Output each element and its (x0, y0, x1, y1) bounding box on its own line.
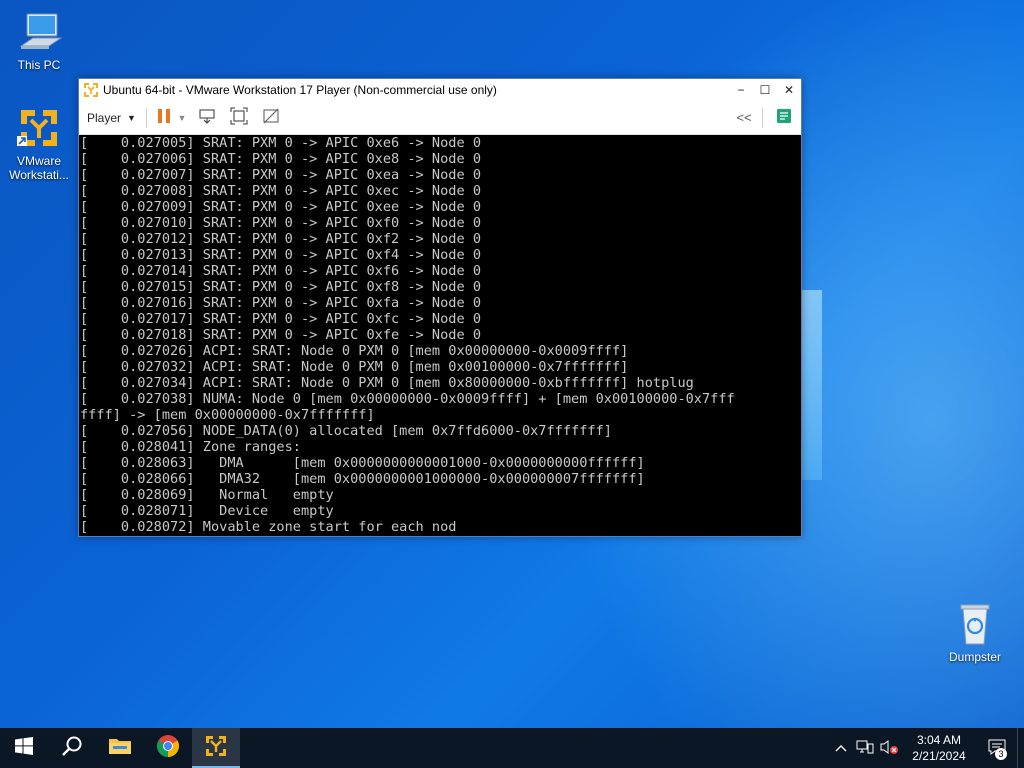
desktop-icon-label: This PC (17, 58, 61, 72)
pause-icon (157, 108, 171, 127)
window-titlebar[interactable]: Ubuntu 64-bit - VMware Workstation 17 Pl… (79, 79, 801, 101)
send-keys-icon (198, 107, 216, 128)
clock-time: 3:04 AM (916, 733, 962, 747)
search-button[interactable] (48, 728, 96, 768)
vmware-app-icon (83, 82, 99, 98)
start-button[interactable] (0, 728, 48, 768)
chrome-icon (156, 734, 180, 763)
player-toolbar: Player ▼ ▼ << (79, 101, 801, 135)
close-button[interactable]: ✕ (777, 79, 801, 101)
clock[interactable]: 3:04 AM 2/21/2024 (901, 732, 977, 764)
vmware-player-window[interactable]: Ubuntu 64-bit - VMware Workstation 17 Pl… (78, 78, 802, 537)
toolbar-divider (762, 107, 763, 128)
collapse-toolbar-button[interactable]: << (730, 106, 758, 130)
volume-muted-icon (879, 739, 899, 758)
window-title: Ubuntu 64-bit - VMware Workstation 17 Pl… (103, 83, 497, 97)
unity-mode-button[interactable] (257, 106, 285, 130)
system-tray: 3:04 AM 2/21/2024 3 (829, 728, 1024, 768)
vmware-player-taskbar-button[interactable] (192, 728, 240, 768)
vmware-player-icon (204, 734, 228, 763)
show-hidden-icons-button[interactable] (829, 728, 853, 768)
toolbar-divider (145, 107, 147, 128)
notes-icon (775, 107, 793, 128)
chrome-button[interactable] (144, 728, 192, 768)
chevron-down-icon: ▼ (127, 112, 136, 123)
clock-date: 2/21/2024 (912, 749, 966, 763)
desktop-icon-label: Dumpster (948, 650, 1001, 664)
send-ctrl-alt-del-button[interactable] (193, 106, 221, 130)
volume-button[interactable] (877, 728, 901, 768)
fit-guest-button[interactable] (225, 106, 253, 130)
fit-window-icon (230, 107, 248, 128)
player-menu-button[interactable]: Player ▼ (83, 106, 142, 130)
vm-console-screen[interactable]: [ 0.027005] SRAT: PXM 0 -> APIC 0xe6 -> … (79, 135, 801, 536)
notification-count-badge: 3 (995, 748, 1007, 760)
message-log-button[interactable] (771, 106, 797, 130)
notifications-button[interactable]: 3 (977, 728, 1017, 768)
windows-start-icon (15, 736, 33, 760)
desktop-icon-dumpster[interactable]: Dumpster (940, 600, 1010, 664)
wallpaper-light-beam (800, 290, 822, 480)
desktop-icon-label: VMware Workstati... (9, 154, 69, 182)
chevron-up-icon (835, 741, 847, 755)
search-icon (61, 735, 83, 762)
desktop-icon-this-pc[interactable]: This PC (4, 8, 74, 72)
file-explorer-button[interactable] (96, 728, 144, 768)
network-icon (856, 739, 874, 758)
vmware-icon (15, 104, 63, 152)
computer-icon (15, 8, 63, 56)
recycle-bin-icon (951, 600, 999, 648)
file-explorer-icon (108, 736, 132, 761)
player-menu-label: Player (87, 110, 122, 125)
show-desktop-button[interactable] (1017, 728, 1024, 768)
chevron-down-icon[interactable]: ▼ (177, 113, 186, 123)
maximize-button[interactable]: ☐ (753, 79, 777, 101)
desktop-icon-vmware[interactable]: VMware Workstati... (4, 104, 74, 182)
taskbar: 3:04 AM 2/21/2024 3 (0, 728, 1024, 768)
minimize-button[interactable]: − (729, 79, 753, 101)
pause-button[interactable]: ▼ (155, 106, 189, 130)
network-button[interactable] (853, 728, 877, 768)
unity-disabled-icon (262, 107, 280, 128)
boot-log-text: [ 0.027005] SRAT: PXM 0 -> APIC 0xe6 -> … (80, 135, 735, 535)
